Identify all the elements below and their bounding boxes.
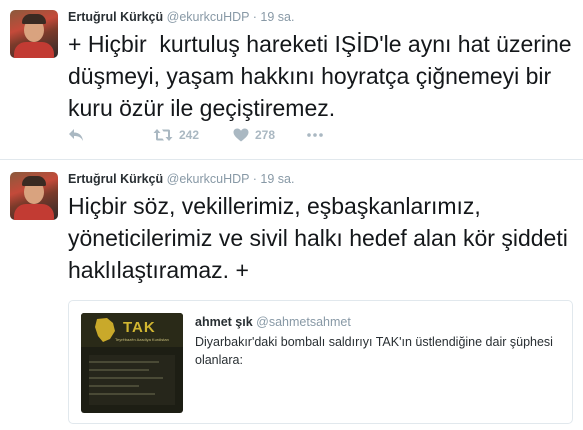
author-name[interactable]: Ertuğrul Kürkçü	[68, 10, 163, 24]
thumbnail-caption: Teyrêbazên Azadiya Kurdistan	[115, 337, 169, 342]
separator-dot: ·	[252, 172, 257, 186]
avatar[interactable]	[10, 172, 58, 220]
author-handle[interactable]: @ekurkcuHDP	[167, 10, 250, 24]
timestamp[interactable]: 19 sa.	[260, 172, 294, 186]
quoted-tweet-thumbnail[interactable]: TAK Teyrêbazên Azadiya Kurdistan	[81, 313, 183, 413]
quoted-author-handle[interactable]: @sahmetsahmet	[256, 315, 351, 329]
tweet-text: + Hiçbir kurtuluş hareketi IŞİD'le aynı …	[68, 31, 578, 121]
author-handle[interactable]: @ekurkcuHDP	[167, 172, 250, 186]
quoted-tweet-text: Diyarbakır'daki bombalı saldırıyı TAK'ın…	[195, 335, 553, 367]
quoted-tweet[interactable]: TAK Teyrêbazên Azadiya Kurdistan ahmet ş…	[68, 300, 573, 424]
like-button[interactable]: 278	[233, 128, 275, 142]
tweet[interactable]: Ertuğrul Kürkçü @ekurkcuHDP · 19 sa. Hiç…	[0, 160, 583, 430]
retweet-button[interactable]: 242	[153, 128, 199, 142]
avatar[interactable]	[10, 10, 58, 58]
thumbnail-logo: TAK	[123, 319, 156, 336]
timestamp[interactable]: 19 sa.	[260, 10, 294, 24]
tweet-header: Ertuğrul Kürkçü @ekurkcuHDP · 19 sa.	[68, 172, 294, 186]
reply-icon	[69, 129, 83, 141]
quoted-tweet-header: ahmet şık @sahmetsahmet	[195, 315, 351, 329]
quoted-author-name[interactable]: ahmet şık	[195, 315, 253, 329]
retweet-count: 242	[179, 128, 200, 142]
retweet-icon	[153, 129, 173, 141]
tweet[interactable]: Ertuğrul Kürkçü @ekurkcuHDP · 19 sa. + H…	[0, 0, 583, 160]
tweet-header: Ertuğrul Kürkçü @ekurkcuHDP · 19 sa.	[68, 10, 294, 24]
author-name[interactable]: Ertuğrul Kürkçü	[68, 172, 163, 186]
like-count: 278	[255, 128, 276, 142]
more-button[interactable]	[306, 128, 324, 142]
reply-button[interactable]	[68, 128, 84, 142]
separator-dot: ·	[252, 10, 257, 24]
heart-icon	[233, 128, 249, 142]
more-icon	[307, 133, 323, 137]
tweet-actions: 242 278	[68, 128, 408, 148]
map-icon	[95, 318, 115, 342]
tweet-text: Hiçbir söz, vekillerimiz, eşbaşkanlarımı…	[68, 193, 575, 283]
